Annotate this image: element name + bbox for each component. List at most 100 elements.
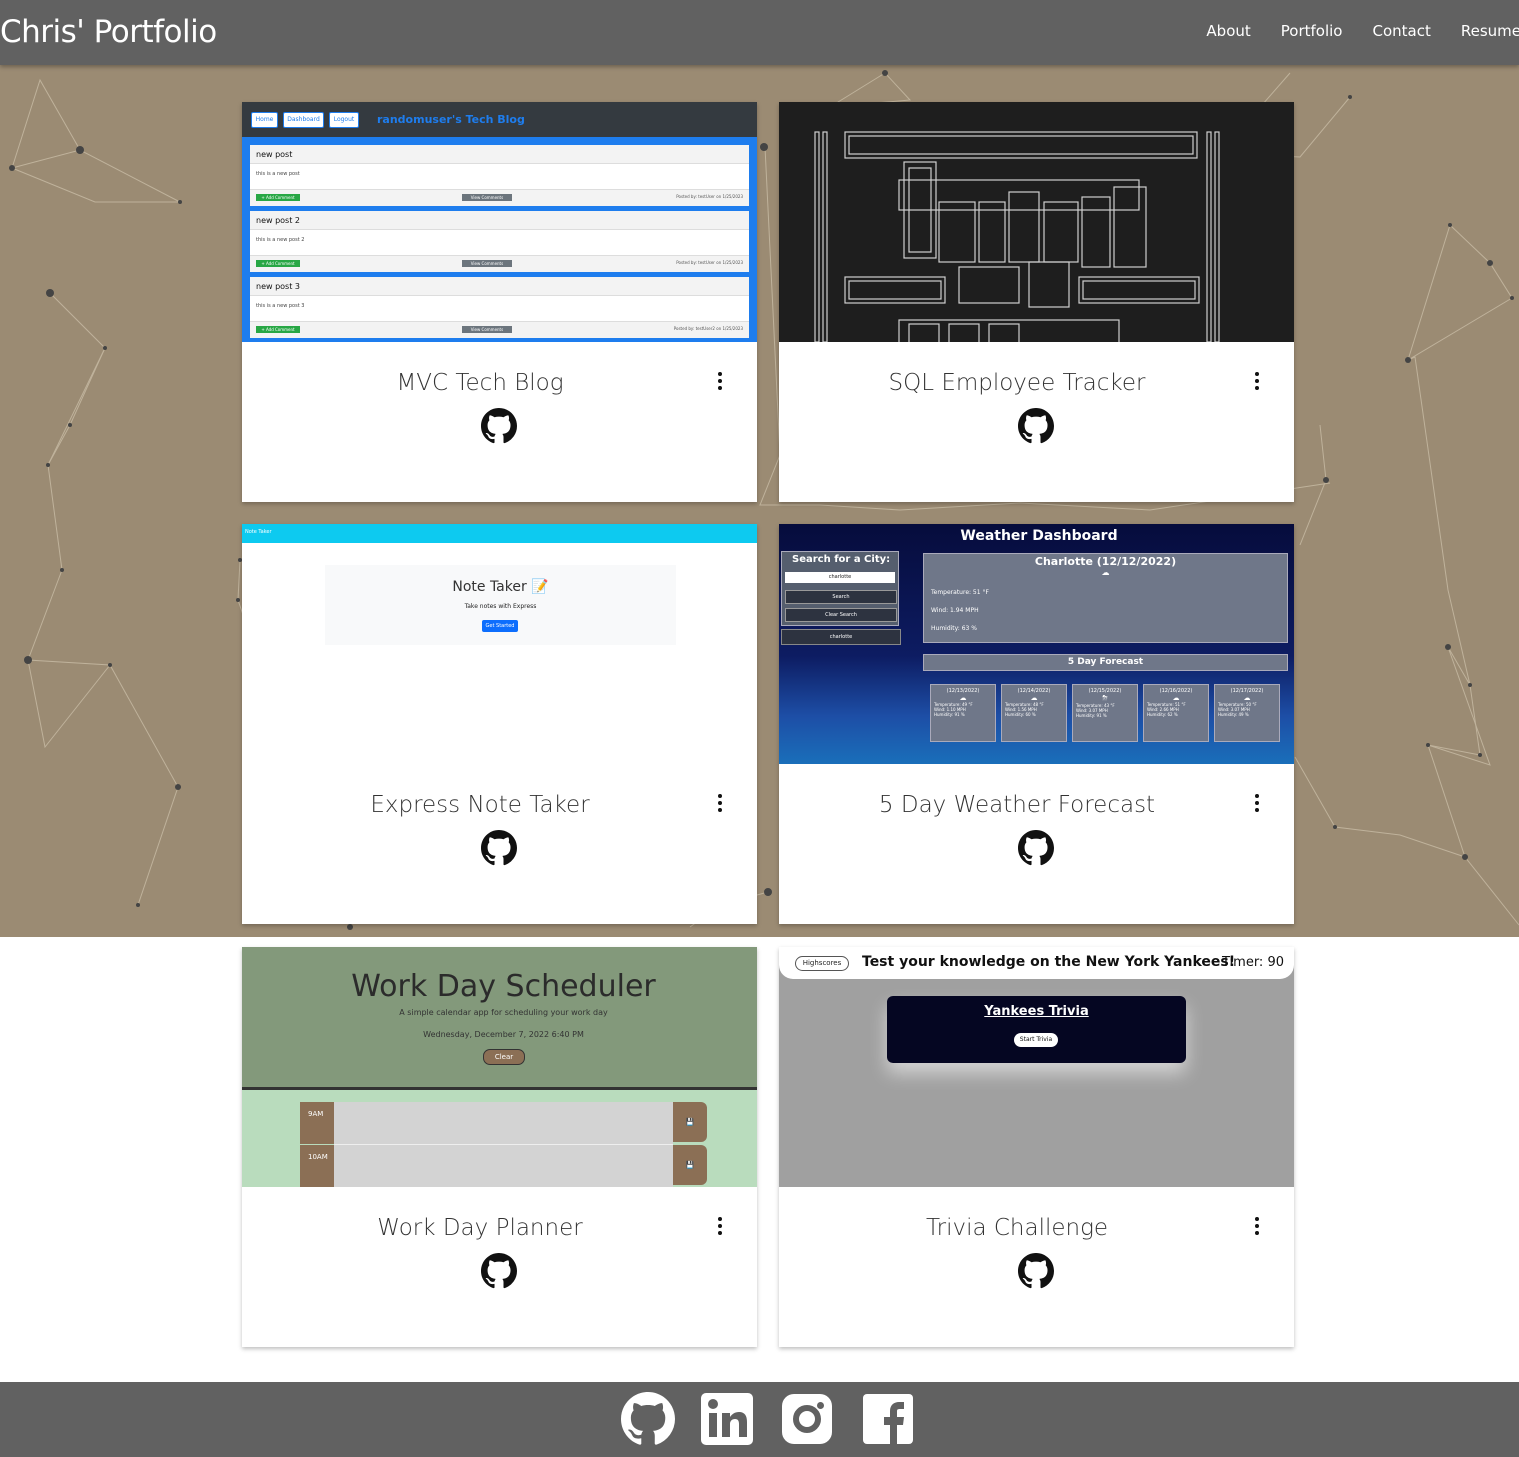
instagram-icon[interactable] [782,1394,832,1444]
nav-contact-link[interactable]: Contact [1373,22,1431,40]
trivia-start-box: Yankees Trivia Start Trivia [887,996,1186,1063]
nav-resume-link[interactable]: Resume [1461,22,1519,40]
blog-dashboard-button: Dashboard [283,112,324,128]
post-meta: Posted by: testUser on 1/25/2023 [676,194,743,199]
footer [0,1382,1519,1457]
project-title: MVC Tech Blog [396,370,564,396]
nav-links: About Portfolio Contact Resume [1176,22,1519,40]
project-title: Work Day Planner [377,1215,583,1241]
forecast-date: (12/14/2022) [1017,688,1051,694]
weather-search-input: charlotte [785,572,895,583]
top-navbar: Chris' Portfolio About Portfolio Contact… [0,0,1519,65]
project-thumbnail[interactable]: Note Taker Note Taker 📝 Take notes with … [242,524,757,764]
weather-temp: Temperature: 51 °F [931,589,989,596]
project-thumbnail[interactable]: Weather Dashboard Search for a City: cha… [779,524,1294,764]
project-thumbnail[interactable]: Work Day Scheduler A simple calendar app… [242,947,757,1187]
cloud-icon: ☁ [1030,694,1038,702]
weather-current-title: Charlotte (12/12/2022) [1034,555,1177,568]
post-title: new post 3 [250,277,749,296]
note-navbar-title: Note Taker [245,529,272,535]
kebab-menu-icon[interactable] [1251,794,1263,816]
project-title: Trivia Challenge [925,1215,1109,1241]
brand-title[interactable]: Chris' Portfolio [0,14,217,50]
linkedin-icon[interactable] [701,1393,753,1445]
weather-humidity: Humidity: 63 % [931,625,977,632]
hour-textarea [334,1145,673,1187]
github-icon[interactable] [621,1392,675,1446]
kebab-menu-icon[interactable] [714,372,726,394]
github-icon[interactable] [1018,1253,1054,1289]
post-footer: + Add Comment View Comments Posted by: t… [250,321,749,338]
save-icon: 💾 [673,1102,707,1142]
github-icon[interactable] [1018,830,1054,866]
forecast-title: 5 Day Forecast [923,654,1288,671]
kebab-menu-icon[interactable] [714,1217,726,1239]
start-trivia-button: Start Trivia [1014,1033,1058,1047]
weather-current-panel: Charlotte (12/12/2022) ☁ Temperature: 51… [923,553,1288,643]
project-card-express-note-taker: Note Taker Note Taker 📝 Take notes with … [242,524,757,924]
forecast-day-card: (12/16/2022) ☁ Temperature: 51 °F Wind: … [1143,684,1209,742]
github-icon[interactable] [1018,408,1054,444]
add-comment-button: + Add Comment [256,326,300,333]
blog-post: new post this is a new post + Add Commen… [250,145,749,206]
hour-textarea [334,1102,673,1145]
weather-search-button: Search [785,590,897,604]
forecast-humidity: Humidity: 91 % [934,712,965,717]
forecast-humidity: Humidity: 62 % [1147,712,1178,717]
cloud-icon: ☁ [959,694,967,702]
kebab-menu-icon[interactable] [714,794,726,816]
project-card-sql-employee-tracker: SQL Employee Tracker [779,102,1294,502]
cloud-icon: ☁ [1101,568,1110,577]
forecast-date: (12/17/2022) [1230,688,1264,694]
kebab-menu-icon[interactable] [1251,1217,1263,1239]
forecast-humidity: Humidity: 91 % [1076,713,1107,718]
save-icon: 💾 [673,1145,707,1185]
note-heading: Note Taker [452,579,527,595]
post-body: this is a new post 3 [256,303,305,309]
trivia-question: Test your knowledge on the New York Yank… [862,954,1236,970]
project-thumbnail[interactable]: Home Dashboard Logout randomuser's Tech … [242,102,757,342]
github-icon[interactable] [481,1253,517,1289]
get-started-button: Get Started [482,620,518,632]
nav-portfolio-link[interactable]: Portfolio [1281,22,1343,40]
weather-history-item: charlotte [781,629,901,645]
kebab-menu-icon[interactable] [1251,372,1263,394]
nav-about-link[interactable]: About [1206,22,1250,40]
weather-wind: Wind: 1.94 MPH [931,607,979,614]
post-footer: + Add Comment View Comments Posted by: t… [250,189,749,206]
github-icon[interactable] [481,408,517,444]
post-footer: + Add Comment View Comments Posted by: t… [250,255,749,272]
post-meta: Posted by: testUser2 on 1/25/2023 [673,326,743,331]
scheduler-heading: Work Day Scheduler [351,969,656,1004]
scheduler-clear-button: Clear [483,1049,525,1065]
project-title: Express Note Taker [370,792,590,818]
forecast-date: (12/13/2022) [946,688,980,694]
project-thumbnail[interactable] [779,102,1294,342]
blog-post: new post 2 this is a new post 2 + Add Co… [250,211,749,272]
note-subtitle: Take notes with Express [464,603,537,610]
project-thumbnail[interactable]: Highscores Test your knowledge on the Ne… [779,947,1294,1187]
view-comments-button: View Comments [462,326,512,333]
weather-heading: Weather Dashboard [960,528,1118,544]
github-icon[interactable] [481,830,517,866]
weather-search-label: Search for a City: [792,554,891,565]
facebook-icon[interactable] [863,1394,913,1444]
cloud-icon: ☁ [1172,694,1180,702]
hour-row: 9AM 💾 [300,1102,707,1145]
project-card-trivia-challenge: Highscores Test your knowledge on the Ne… [779,947,1294,1347]
forecast-date: (12/16/2022) [1159,688,1193,694]
note-navbar: Note Taker [242,524,757,543]
blog-heading: randomuser's Tech Blog [377,113,525,126]
forecast-humidity: Humidity: 60 % [1005,712,1036,717]
trivia-topbar: Highscores Test your knowledge on the Ne… [779,947,1294,979]
cloud-icon: ☁ [1243,694,1251,702]
highscores-button: Highscores [795,956,849,971]
weather-clear-button: Clear Search [785,608,897,622]
hour-row: 10AM 💾 [300,1145,707,1187]
forecast-date: (12/15/2022) [1088,688,1122,694]
rain-cloud-icon: ⛈ [1102,694,1108,702]
post-body: this is a new post 2 [256,237,305,243]
project-card-weather-forecast: Weather Dashboard Search for a City: cha… [779,524,1294,924]
blog-navbar: Home Dashboard Logout randomuser's Tech … [242,102,757,137]
blog-home-button: Home [251,112,278,128]
